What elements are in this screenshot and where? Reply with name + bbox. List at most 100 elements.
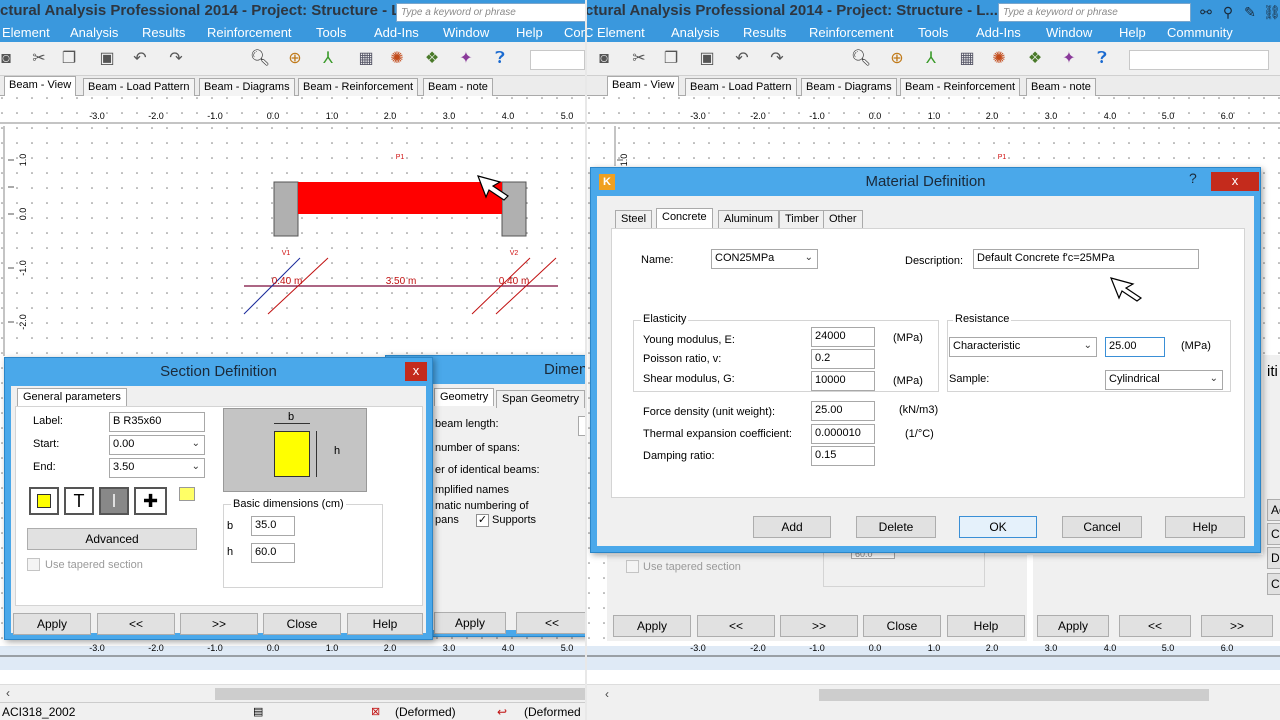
menu-community[interactable]: Community	[1167, 25, 1233, 40]
advanced-button[interactable]: Advanced	[27, 528, 197, 550]
undo-icon[interactable]: ↶	[730, 48, 754, 70]
menu-results[interactable]: Results	[743, 25, 786, 40]
help-icon[interactable]: ?	[1189, 170, 1197, 186]
results-icon[interactable]: ✦	[454, 48, 478, 70]
deformed-line-icon[interactable]: ↩	[497, 705, 507, 719]
camera-icon[interactable]: ◙	[592, 48, 616, 70]
tab-beam-load-pattern[interactable]: Beam - Load Pattern	[83, 78, 195, 96]
previous-button[interactable]: <<	[697, 615, 775, 637]
help-icon[interactable]: ❓︎	[488, 48, 512, 70]
menu-analysis[interactable]: Analysis	[671, 25, 719, 40]
tab-beam-load-pattern[interactable]: Beam - Load Pattern	[685, 78, 797, 96]
help-button[interactable]: Help	[947, 615, 1025, 637]
zoom-window-icon[interactable]: ⊕	[283, 48, 307, 70]
previous-button[interactable]: <<	[1119, 615, 1191, 637]
toolbar-field[interactable]	[530, 50, 585, 70]
tab-beam-diagrams[interactable]: Beam - Diagrams	[199, 78, 295, 96]
end-select[interactable]: 3.50 ⌄	[109, 458, 205, 478]
next-button[interactable]: >>	[180, 613, 258, 635]
t-shape-button[interactable]: T	[64, 487, 94, 515]
copy-button[interactable]: Cop	[1267, 523, 1280, 545]
force-density-field[interactable]: 25.00	[811, 401, 875, 421]
description-field[interactable]: Default Concrete f'c=25MPa	[973, 249, 1199, 269]
tab-beam-reinforcement[interactable]: Beam - Reinforcement	[298, 78, 419, 96]
menu-tools[interactable]: Tools	[316, 25, 346, 40]
search-input[interactable]: Type a keyword or phrase	[396, 3, 585, 22]
previous-button[interactable]: <<	[516, 612, 585, 634]
tab-beam-note[interactable]: Beam - note	[423, 78, 493, 96]
menu-reinforcement[interactable]: Reinforcement	[809, 25, 894, 40]
calculator-icon[interactable]: ▦	[955, 48, 979, 70]
layers-icon[interactable]: ▤	[253, 705, 263, 718]
add-button[interactable]: Ad	[1267, 499, 1280, 521]
menu-community[interactable]: Con	[564, 25, 585, 40]
h-field[interactable]: 60.0	[251, 543, 295, 563]
analysis-icon[interactable]: ❖	[1023, 48, 1047, 70]
tab-steel[interactable]: Steel	[615, 210, 653, 228]
menu-analysis[interactable]: Analysis	[70, 25, 118, 40]
tab-beam-note[interactable]: Beam - note	[1026, 78, 1096, 96]
paste-icon[interactable]: ▣	[95, 48, 119, 70]
i-shape-button[interactable]: I	[99, 487, 129, 515]
menu-results[interactable]: Results	[142, 25, 185, 40]
tab-beam-view[interactable]: Beam - View	[607, 76, 680, 97]
resistance-value-field[interactable]: 25.00	[1105, 337, 1165, 357]
copy-icon[interactable]: ❐	[57, 48, 81, 70]
damping-ratio-field[interactable]: 0.15	[811, 446, 875, 466]
menu-window[interactable]: Window	[1046, 25, 1092, 40]
tapered-section-checkbox[interactable]	[626, 560, 639, 573]
toolbar-field[interactable]	[1129, 50, 1269, 70]
add-button[interactable]: Add	[753, 516, 831, 538]
menu-tools[interactable]: Tools	[918, 25, 948, 40]
ok-button[interactable]: OK	[959, 516, 1037, 538]
beam-length-field[interactable]	[578, 416, 585, 436]
help-button[interactable]: Help	[1165, 516, 1245, 538]
help-icon[interactable]: ❓︎	[1090, 48, 1114, 70]
undo-icon[interactable]: ↶	[128, 48, 152, 70]
poisson-ratio-field[interactable]: 0.2	[811, 349, 875, 369]
next-button[interactable]: >>	[780, 615, 858, 637]
apply-button[interactable]: Apply	[613, 615, 691, 637]
color-swatch[interactable]	[179, 487, 195, 501]
tab-beam-diagrams[interactable]: Beam - Diagrams	[801, 78, 897, 96]
analysis-icon[interactable]: ❖	[420, 48, 444, 70]
supports-checkbox[interactable]: ✓	[476, 514, 489, 527]
tab-geometry[interactable]: Geometry	[434, 388, 495, 406]
young-modulus-field[interactable]: 24000	[811, 327, 875, 347]
search-input[interactable]: Type a keyword or phrase	[998, 3, 1191, 22]
menu-element[interactable]: Element	[2, 25, 50, 40]
menu-help[interactable]: Help	[516, 25, 543, 40]
previous-button[interactable]: <<	[97, 613, 175, 635]
tab-aluminum[interactable]: Aluminum	[718, 210, 779, 228]
cancel-button[interactable]: Cancel	[1062, 516, 1142, 538]
cut-icon[interactable]: ✂	[27, 48, 51, 70]
zoom-window-icon[interactable]: ⊕	[885, 48, 909, 70]
close-button[interactable]: Close	[863, 615, 941, 637]
label-field[interactable]: B R35x60	[109, 412, 205, 432]
close-icon[interactable]: x	[405, 362, 427, 381]
binoculars-icon[interactable]: ⚯	[1197, 3, 1215, 21]
search-icon[interactable]: ⚲	[1219, 3, 1237, 21]
name-select[interactable]: CON25MPa ⌄	[711, 249, 818, 269]
redo-icon[interactable]: ↷	[164, 48, 188, 70]
scroll-left-icon[interactable]: ‹	[605, 687, 609, 701]
zoom-icon[interactable]: 🔍︎	[248, 48, 272, 70]
right-horizontal-scrollbar[interactable]: ‹	[587, 684, 1280, 720]
menu-element[interactable]: C Element	[587, 25, 645, 40]
select-icon[interactable]: ⅄	[919, 48, 943, 70]
sample-select[interactable]: Cylindrical ⌄	[1105, 370, 1223, 390]
left-horizontal-scrollbar[interactable]: ‹	[0, 684, 585, 702]
tab-beam-reinforcement[interactable]: Beam - Reinforcement	[900, 78, 1021, 96]
settings-icon[interactable]: ✺	[987, 48, 1011, 70]
delete-button[interactable]: Dele	[1267, 547, 1280, 569]
paste-icon[interactable]: ▣	[695, 48, 719, 70]
camera-icon[interactable]: ◙	[0, 48, 18, 70]
tab-beam-view[interactable]: Beam - View	[4, 76, 77, 97]
zoom-icon[interactable]: 🔍︎	[849, 48, 873, 70]
change-button[interactable]: Ch	[1267, 573, 1280, 595]
right-support[interactable]	[501, 181, 527, 237]
apply-button[interactable]: Apply	[434, 612, 506, 634]
calculator-icon[interactable]: ▦	[354, 48, 378, 70]
apply-button[interactable]: Apply	[1037, 615, 1109, 637]
scroll-thumb[interactable]	[215, 688, 585, 700]
